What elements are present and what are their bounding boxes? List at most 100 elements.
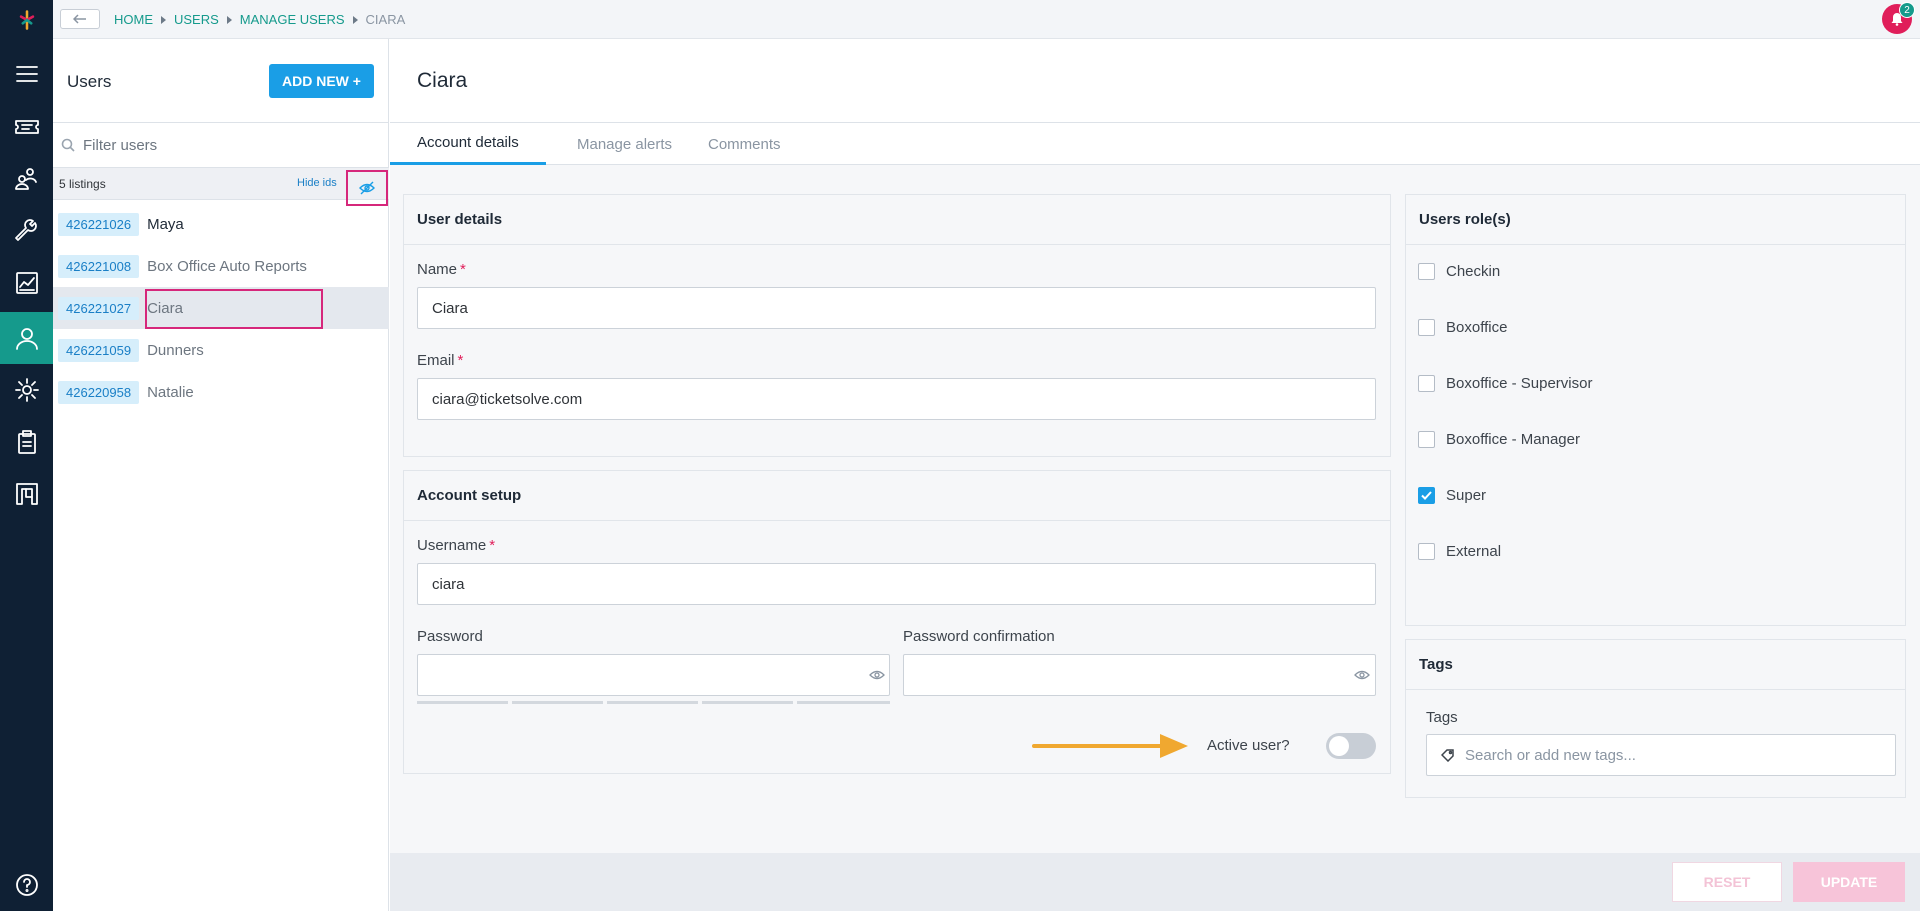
tags-card: Tags Tags [1405,639,1906,798]
eye-slash-icon [359,181,375,195]
checkbox[interactable] [1418,543,1435,560]
wrench-icon [14,219,37,241]
tags-heading: Tags [1406,640,1905,690]
tags-input[interactable] [1465,746,1865,764]
eye-icon[interactable] [1354,669,1370,681]
user-list-item[interactable]: 426221026 Maya [53,203,389,245]
user-list-item[interactable]: 426220958 Natalie [53,371,389,413]
listing-bar: 5 listings Hide ids [53,167,389,206]
checkbox[interactable] [1418,263,1435,280]
nav-audience[interactable] [0,153,53,205]
nav-clipboard[interactable] [0,416,53,468]
role-boxoffice-manager[interactable]: Boxoffice - Manager [1418,431,1580,448]
menu-button[interactable] [0,48,53,100]
role-label: Checkin [1446,263,1501,280]
notifications-button[interactable]: 2 [1882,2,1915,34]
user-name: Natalie [147,383,194,401]
hide-ids-link[interactable]: Hide ids [297,177,337,189]
main-header: Ciara [390,39,1920,123]
checkbox-checked[interactable] [1418,487,1435,504]
required-marker: * [460,261,466,278]
add-new-user-button[interactable]: ADD NEW + [269,64,374,98]
password-strength-segment [417,701,508,704]
breadcrumb-separator-icon [226,15,232,24]
search-icon [61,138,75,152]
update-button[interactable]: UPDATE [1793,862,1905,902]
tab-bar: Account details Manage alerts Comments [390,123,1920,165]
checkbox[interactable] [1418,431,1435,448]
role-label: Boxoffice - Supervisor [1446,375,1593,392]
role-boxoffice[interactable]: Boxoffice [1418,319,1507,336]
password-confirmation-label: Password confirmation [903,628,1055,645]
nav-tools[interactable] [0,205,53,257]
password-strength-segment [607,701,698,704]
main-content: Ciara Account details Manage alerts Comm… [390,39,1920,911]
role-checkin[interactable]: Checkin [1418,263,1500,280]
breadcrumb-home[interactable]: HOME [114,12,153,27]
username-label-text: Username [417,537,487,554]
nav-board[interactable] [0,468,53,520]
required-marker: * [489,537,496,554]
reset-button[interactable]: RESET [1672,862,1782,902]
breadcrumb-manage-users[interactable]: MANAGE USERS [240,12,345,27]
eye-icon[interactable] [869,669,885,681]
filter-users-input[interactable] [83,136,373,154]
role-boxoffice-supervisor[interactable]: Boxoffice - Supervisor [1418,375,1592,392]
name-label-text: Name [417,261,458,278]
nav-settings[interactable] [0,364,53,416]
role-super[interactable]: Super [1418,487,1486,504]
active-user-toggle[interactable] [1326,733,1376,759]
nav-reports[interactable] [0,257,53,309]
password-input[interactable] [417,654,890,696]
page-title: Ciara [417,69,468,92]
breadcrumb: HOME USERS MANAGE USERS CIARA [114,12,405,27]
gear-icon [14,378,39,402]
role-label: External [1446,543,1502,560]
back-button[interactable] [60,9,100,29]
nav-tickets[interactable] [0,101,53,153]
active-user-label: Active user? [1207,737,1290,754]
checkmark-icon [1421,491,1432,500]
users-panel-title: Users [67,72,112,91]
checkbox[interactable] [1418,319,1435,336]
user-name: Dunners [147,341,204,359]
breadcrumb-users[interactable]: USERS [174,12,219,27]
hide-ids-toggle-button[interactable] [346,170,388,206]
role-label: Super [1446,487,1487,504]
user-id-badge: 426221059 [58,338,140,362]
account-setup-card: Account setup Username* Password Passwor… [403,470,1391,774]
board-icon [15,483,38,505]
tab-account-details[interactable]: Account details [390,123,546,165]
user-id-badge: 426221027 [58,296,140,320]
app-logo[interactable] [0,0,53,40]
role-external[interactable]: External [1418,543,1501,560]
breadcrumb-current: CIARA [365,12,406,27]
email-label: Email * [417,352,463,369]
annotation-arrow-icon [1032,734,1188,758]
user-name: Box Office Auto Reports [147,257,307,275]
email-input[interactable] [417,378,1376,420]
nav-users[interactable] [0,312,53,364]
checkbox[interactable] [1418,375,1435,392]
password-label: Password [417,628,483,645]
breadcrumb-separator-icon [161,15,166,24]
email-label-text: Email [417,352,455,369]
tab-manage-alerts[interactable]: Manage alerts [550,123,699,165]
user-name: Ciara [147,299,183,317]
user-icon [15,328,38,350]
user-list-item[interactable]: 426221059 Dunners [53,329,389,371]
user-list-item[interactable]: 426221008 Box Office Auto Reports [53,245,389,287]
clipboard-icon [17,430,36,454]
name-label: Name * [417,261,466,278]
users-panel: Users ADD NEW + 5 listings Hide ids 4262… [53,39,389,911]
username-input[interactable] [417,563,1376,605]
password-confirmation-input[interactable] [903,654,1376,696]
name-input[interactable] [417,287,1376,329]
tab-comments[interactable]: Comments [681,123,808,165]
password-strength-segment [702,701,793,704]
nav-rail [0,0,53,911]
toggle-knob [1329,736,1349,756]
tags-label: Tags [1426,709,1458,726]
nav-help[interactable] [0,859,53,911]
user-list-item-selected[interactable]: 426221027 Ciara [53,287,389,329]
